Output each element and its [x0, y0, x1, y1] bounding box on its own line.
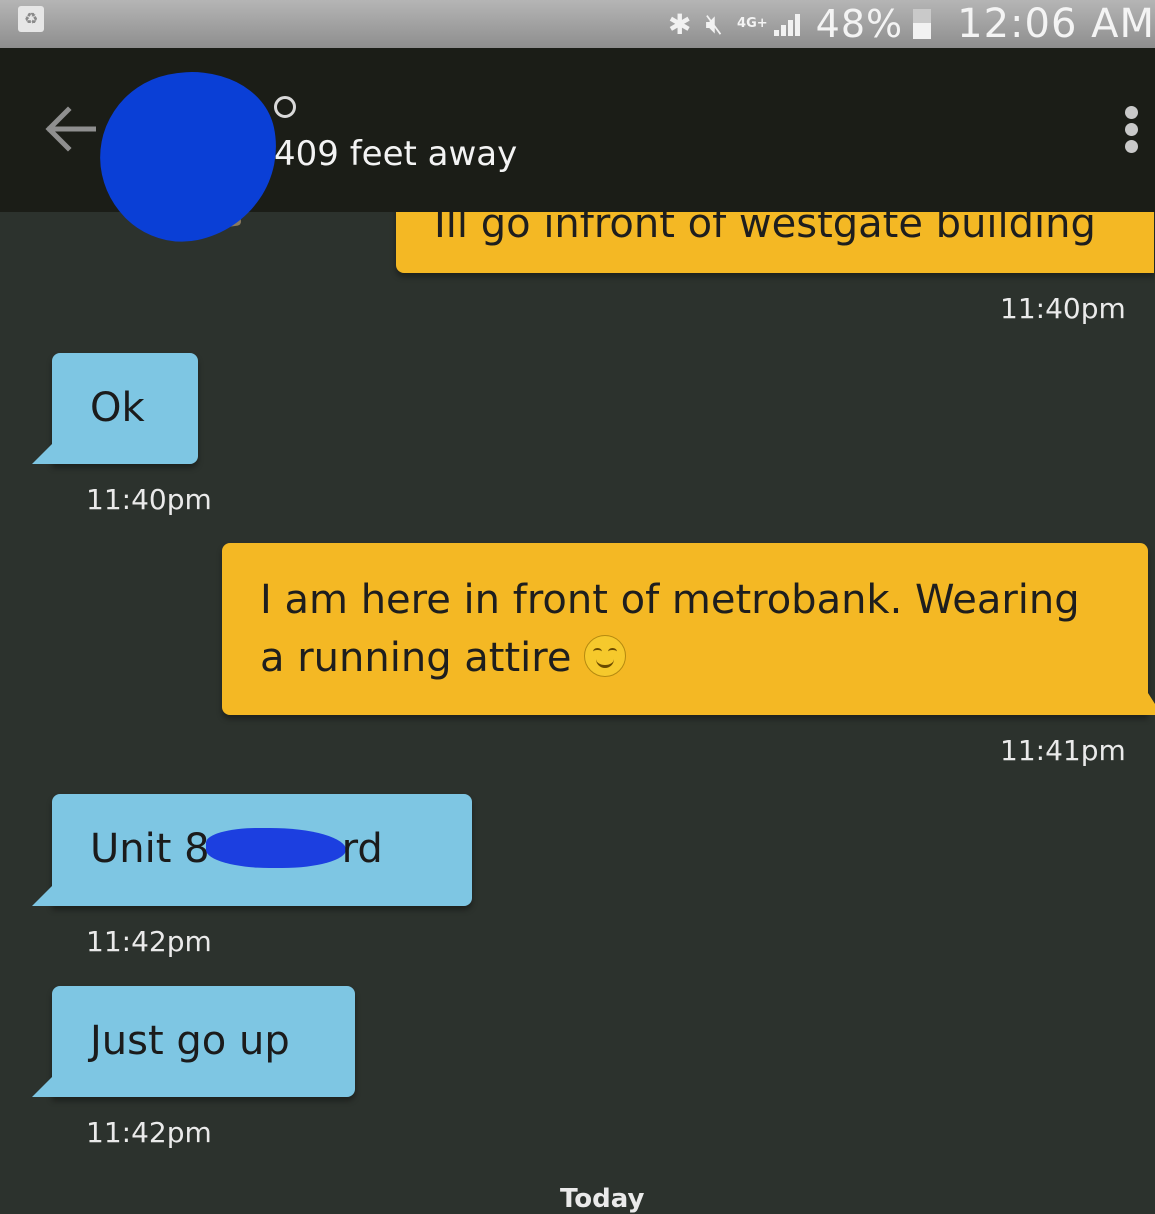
chat-header: 409 feet away	[0, 48, 1155, 257]
date-divider: Today	[560, 1184, 645, 1214]
bubble-tail	[32, 884, 54, 906]
message-timestamp: 11:42pm	[86, 1116, 212, 1149]
message-text-line: a running attire	[260, 629, 1148, 687]
mute-icon: 🔇︎	[705, 7, 724, 40]
battery-icon	[913, 9, 932, 39]
message-bubble-received[interactable]: Unit 8 rd	[32, 794, 472, 906]
redaction-scribble	[205, 828, 346, 868]
message-timestamp: 11:42pm	[86, 925, 212, 958]
overflow-menu-icon[interactable]	[1125, 106, 1139, 154]
clock: 12:06 AM	[957, 1, 1155, 47]
message-timestamp: 11:40pm	[1000, 292, 1126, 325]
message-text: Unit 8	[90, 826, 210, 872]
bubble-tail	[32, 1075, 54, 1097]
online-status-icon	[274, 96, 296, 118]
message-bubble-received[interactable]: Just go up	[32, 986, 355, 1097]
status-bar: ♻ ✱ 🔇︎ 4G+ 48% 12:06 AM	[0, 0, 1155, 48]
message-text: a running attire	[260, 635, 572, 681]
back-arrow-icon[interactable]	[44, 106, 96, 152]
distance-label: 409 feet away	[274, 134, 518, 174]
message-text: Just go up	[90, 1018, 290, 1064]
message-text-line: I am here in front of metrobank. Wearing	[260, 577, 1080, 623]
recycle-notification-icon: ♻	[18, 6, 44, 32]
status-icons: ✱ 🔇︎ 4G+ 48% 12:06 AM	[668, 0, 1155, 48]
message-timestamp: 11:40pm	[86, 483, 212, 516]
bubble-tail	[1148, 693, 1155, 715]
message-timestamp: 11:41pm	[1000, 734, 1126, 767]
smiling-face-icon	[584, 635, 627, 677]
message-bubble-sent[interactable]: I am here in front of metrobank. Wearing…	[222, 543, 1155, 715]
battery-percent: 48%	[815, 2, 904, 46]
bubble-tail	[32, 442, 54, 464]
network-type: 4G+	[737, 16, 768, 31]
signal-icon	[773, 12, 802, 36]
message-text: Ok	[90, 385, 145, 431]
redacted-avatar[interactable]	[84, 55, 294, 257]
message-text: rd	[341, 826, 383, 872]
message-bubble-received[interactable]: Ok	[32, 353, 198, 464]
bluetooth-icon: ✱	[667, 7, 692, 41]
